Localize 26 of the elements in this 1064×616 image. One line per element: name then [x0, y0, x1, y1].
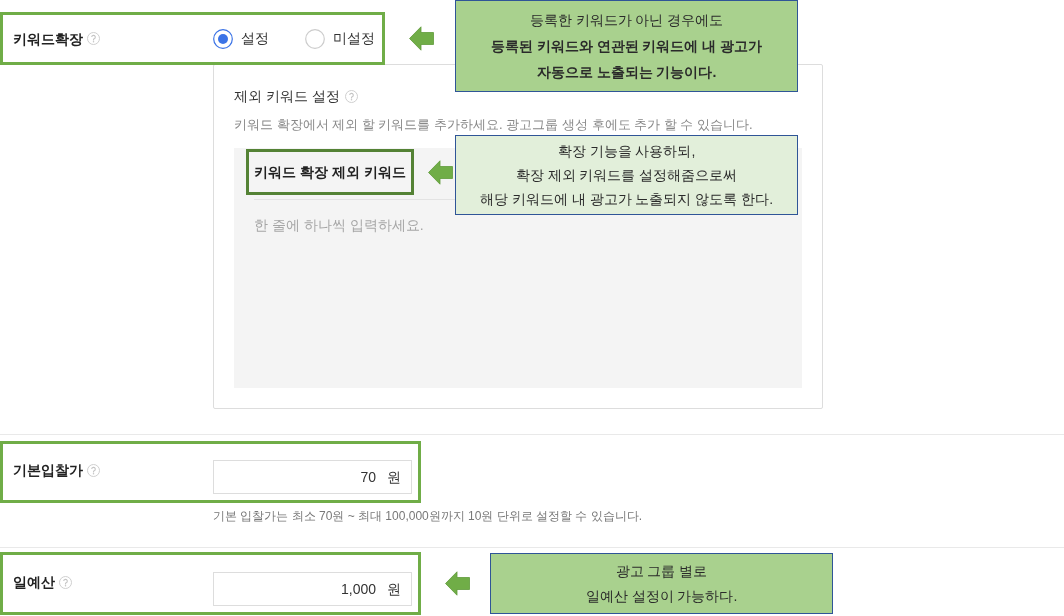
radio-option[interactable]: 설정	[213, 28, 269, 49]
help-icon[interactable]	[87, 463, 100, 477]
help-text: 기본 입찰가는 최소 70원 ~ 최대 100,000원까지 10원 단위로 설정할 수 있습니다.	[213, 508, 643, 524]
budget-amount-field[interactable]: 1,000 원	[213, 572, 412, 606]
arrow-icon	[427, 159, 453, 185]
radio-option[interactable]: 미설정	[305, 28, 375, 49]
amount-input[interactable]: 1,000	[222, 578, 376, 600]
field-label: 키워드확장	[13, 29, 83, 49]
panel-description: 키워드 확장에서 제외 할 키워드를 추가하세요. 광고그룹 생성 후에도 추가 할 수 있습니다.	[234, 116, 753, 134]
bid-amount-field[interactable]: 70 원	[213, 460, 412, 494]
field-label: 일예산	[13, 573, 55, 592]
amount-input[interactable]: 70	[222, 466, 376, 488]
annotation-callout: 확장 기능을 사용하되, 확장 제외 키워드를 설정해줌으로써 해당 키워드에 내 광고가 노출되지 않도록 한다.	[455, 135, 798, 215]
help-icon[interactable]	[59, 575, 72, 589]
field-label: 기본입찰가	[13, 461, 83, 480]
unit-label: 원	[387, 579, 401, 599]
arrow-icon	[445, 571, 470, 596]
arrow-icon	[409, 26, 434, 51]
help-icon[interactable]	[87, 32, 100, 45]
list-header: 키워드 확장 제외 키워드	[246, 149, 414, 195]
keyword-textarea[interactable]: 한 줄에 하나씩 입력하세요.	[234, 215, 802, 388]
annotation-callout: 광고 그룹 별로 일예산 설정이 가능하다.	[490, 553, 833, 614]
unit-label: 원	[387, 467, 401, 487]
annotation-callout: 등록한 키워드가 아닌 경우에도 등록된 키워드와 연관된 키워드에 내 광고가 자동으로 노출되는 기능이다.	[455, 0, 798, 92]
help-icon[interactable]	[344, 89, 358, 103]
panel-title: 제외 키워드 설정	[234, 87, 340, 105]
